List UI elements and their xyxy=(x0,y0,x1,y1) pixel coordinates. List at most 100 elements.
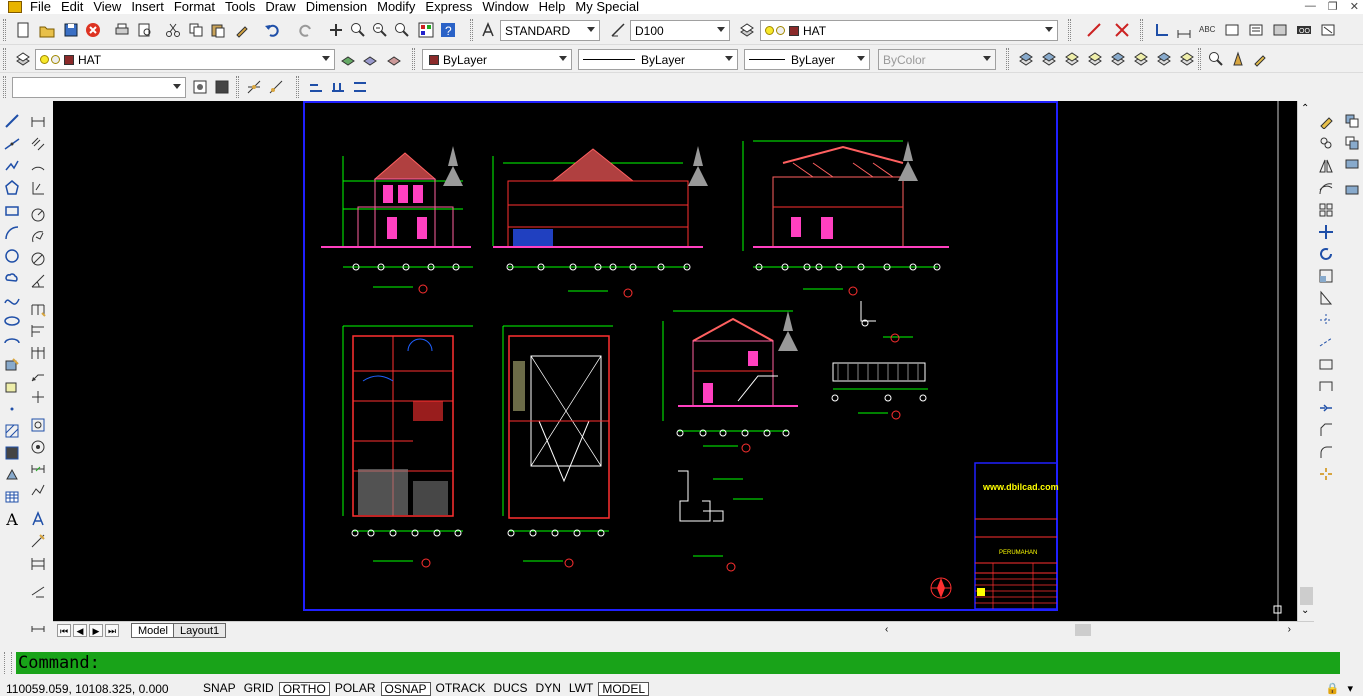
tab-layout1[interactable]: Layout1 xyxy=(173,623,227,638)
status-toggle-grid[interactable]: GRID xyxy=(241,682,277,696)
lock-icon[interactable]: 🔒 xyxy=(1326,682,1340,695)
scroll-down-icon[interactable]: ⌄ xyxy=(1301,605,1309,616)
status-toggle-polar[interactable]: POLAR xyxy=(332,682,379,696)
paste-icon[interactable] xyxy=(208,20,228,40)
dim-edit-icon[interactable] xyxy=(28,437,48,457)
join-icon[interactable] xyxy=(1316,398,1336,418)
view-tool-5-icon[interactable] xyxy=(306,77,326,97)
hatch-icon[interactable] xyxy=(2,421,22,441)
layer-tool-7-icon[interactable] xyxy=(1154,49,1174,69)
center-mark-icon[interactable] xyxy=(28,415,48,435)
erase-icon[interactable] xyxy=(1112,20,1132,40)
drawing-canvas[interactable]: www.dbilcad.com PERUMAHAN xyxy=(53,101,1297,621)
view-tool-4-icon[interactable] xyxy=(266,77,286,97)
spline-icon[interactable] xyxy=(2,289,22,309)
layer-states-icon[interactable] xyxy=(384,49,404,69)
explode-icon[interactable] xyxy=(1316,464,1336,484)
menu-draw[interactable]: Draw xyxy=(263,0,303,13)
help-icon[interactable]: ? xyxy=(438,20,458,40)
toolbar-grip[interactable] xyxy=(296,76,299,98)
scroll-up-icon[interactable]: ⌃ xyxy=(1301,103,1309,114)
polyline-icon[interactable] xyxy=(2,156,22,176)
scroll-right-icon[interactable]: › xyxy=(1288,624,1291,635)
rectangle-icon[interactable] xyxy=(2,201,22,221)
save-icon[interactable] xyxy=(61,20,81,40)
toolbar-grip[interactable] xyxy=(1198,48,1201,70)
color-select[interactable]: ByLayer xyxy=(422,49,572,70)
array-icon[interactable] xyxy=(1316,200,1336,220)
stretch-icon[interactable] xyxy=(1316,288,1336,308)
layer-previous-icon[interactable] xyxy=(360,49,380,69)
radius-dimension-icon[interactable] xyxy=(28,205,48,225)
redo-icon[interactable] xyxy=(296,20,316,40)
text-style-select[interactable]: STANDARD xyxy=(500,20,600,41)
quick-dimension-icon[interactable] xyxy=(28,299,48,319)
tool-pen-icon[interactable] xyxy=(1250,49,1270,69)
layer-tool-4-icon[interactable] xyxy=(1085,49,1105,69)
draworder-2-icon[interactable] xyxy=(1342,133,1362,153)
quick-leader-icon[interactable] xyxy=(28,365,48,385)
move-icon[interactable] xyxy=(1316,222,1336,242)
layer-tool-2-icon[interactable] xyxy=(1039,49,1059,69)
properties-icon[interactable] xyxy=(416,20,436,40)
vertical-scroll-thumb[interactable] xyxy=(1300,587,1313,605)
linear-dim-icon[interactable] xyxy=(1174,20,1194,40)
chamfer-icon[interactable] xyxy=(1316,420,1336,440)
toolbar-misc-3-icon[interactable] xyxy=(1270,20,1290,40)
menu-file[interactable]: File xyxy=(28,0,59,13)
pan-realtime-icon[interactable] xyxy=(326,20,346,40)
named-view-select[interactable] xyxy=(12,77,186,98)
tab-model[interactable]: Model xyxy=(131,623,175,638)
scale-icon[interactable] xyxy=(1316,266,1336,286)
close-icon[interactable]: ✕ xyxy=(1350,0,1359,13)
next-tab-icon[interactable]: ▶ xyxy=(89,624,103,637)
layer-manager-icon[interactable] xyxy=(13,49,33,69)
horizontal-scrollbar[interactable]: ‹ › xyxy=(883,623,1293,638)
menu-format[interactable]: Format xyxy=(172,0,223,13)
open-file-icon[interactable] xyxy=(37,20,57,40)
tray-menu-icon[interactable]: ▾ xyxy=(1347,682,1353,695)
zoom-extents-icon[interactable] xyxy=(1206,49,1226,69)
dim-style-icon[interactable] xyxy=(608,20,628,40)
view-tool-6-icon[interactable] xyxy=(328,77,348,97)
toolbar-misc-1-icon[interactable] xyxy=(1222,20,1242,40)
aligned-dimension-icon[interactable] xyxy=(28,134,48,154)
copy-object-icon[interactable] xyxy=(1316,133,1336,153)
dim-space-icon[interactable] xyxy=(28,553,48,573)
scroll-left-icon[interactable]: ‹ xyxy=(885,624,888,635)
dim-style-tool-icon[interactable] xyxy=(28,509,48,529)
status-toggle-lwt[interactable]: LWT xyxy=(566,682,596,696)
offset-icon[interactable] xyxy=(1316,178,1336,198)
layer-select[interactable]: HAT xyxy=(35,49,335,70)
make-layer-current-icon[interactable] xyxy=(338,49,358,69)
layer-properties-icon[interactable] xyxy=(737,20,757,40)
status-toggle-osnap[interactable]: OSNAP xyxy=(380,682,431,696)
status-toggle-model[interactable]: MODEL xyxy=(598,682,650,696)
table-icon[interactable] xyxy=(2,487,22,507)
toolbar-grip[interactable] xyxy=(236,76,239,98)
menu-my-special[interactable]: My Special xyxy=(573,0,647,13)
menu-window[interactable]: Window xyxy=(480,0,536,13)
zoom-realtime-icon[interactable] xyxy=(348,20,368,40)
view-tool-7-icon[interactable] xyxy=(350,77,370,97)
region-icon[interactable] xyxy=(2,465,22,485)
layer-tool-8-icon[interactable] xyxy=(1177,49,1197,69)
toolbar-misc-5-icon[interactable] xyxy=(1318,20,1338,40)
ordinate-dimension-icon[interactable] xyxy=(28,178,48,198)
dim-break-icon[interactable] xyxy=(28,581,48,601)
layer-tool-6-icon[interactable] xyxy=(1131,49,1151,69)
menu-tools[interactable]: Tools xyxy=(223,0,263,13)
last-tab-icon[interactable]: ⏭ xyxy=(105,624,119,637)
dim-jog-line-icon[interactable] xyxy=(28,619,48,639)
ucs-icon[interactable] xyxy=(1152,20,1172,40)
linetype-select[interactable]: ByLayer xyxy=(578,49,738,70)
draw-line-icon[interactable] xyxy=(2,111,22,131)
spell-check-icon[interactable]: ABC xyxy=(1198,20,1218,40)
insert-block-icon[interactable] xyxy=(2,355,22,375)
arc-length-icon[interactable] xyxy=(28,156,48,176)
layer-tool-5-icon[interactable] xyxy=(1108,49,1128,69)
revision-cloud-icon[interactable] xyxy=(2,268,22,288)
toolbar-grip[interactable] xyxy=(1140,19,1143,41)
toolbar-grip[interactable] xyxy=(412,48,415,70)
view-tool-1-icon[interactable] xyxy=(190,77,210,97)
